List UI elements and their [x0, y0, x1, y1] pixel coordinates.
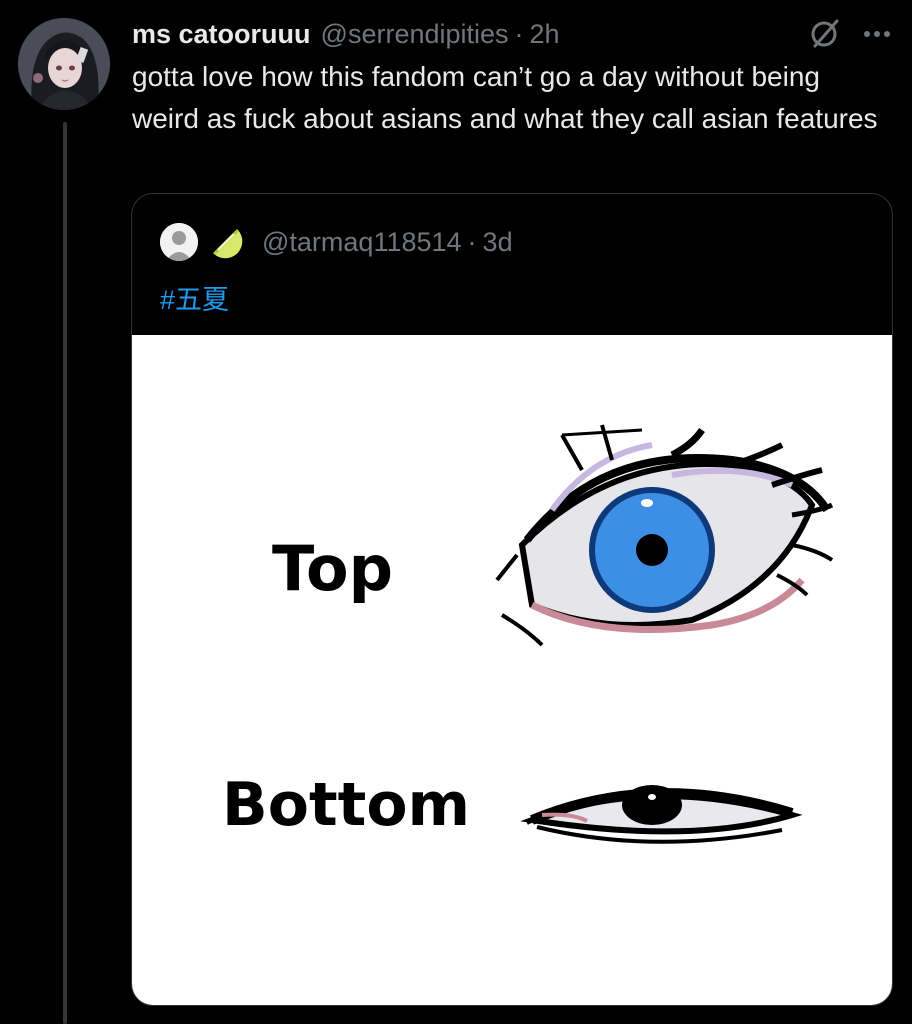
tweet-header: ms catooruuu @serrendipities · 2h	[132, 14, 560, 54]
timestamp[interactable]: 2h	[530, 19, 560, 50]
quote-author-line: @tarmaq118514 · 3d	[262, 227, 513, 258]
narrow-eye-drawing	[520, 785, 803, 844]
hashtag-link[interactable]: #五夏	[160, 278, 229, 317]
quote-separator-dot: ·	[467, 226, 477, 257]
eye-drawing: Top Bottom	[222, 424, 834, 844]
more-options-icon[interactable]	[862, 27, 892, 45]
quote-media-image[interactable]: Top Bottom	[132, 335, 892, 1005]
lime-icon	[208, 224, 244, 260]
top-label: Top	[272, 532, 393, 605]
quote-avatar[interactable]	[160, 223, 198, 261]
tweet-text: gotta love how this fandom can’t go a da…	[132, 61, 878, 134]
quote-tweet-card[interactable]: @tarmaq118514 · 3d #五夏 Top Bottom	[131, 193, 893, 1006]
avatar-image	[18, 18, 110, 110]
quote-header: @tarmaq118514 · 3d	[160, 222, 513, 262]
quote-handle[interactable]: @tarmaq118514	[262, 227, 462, 257]
bottom-label: Bottom	[222, 770, 470, 840]
header-actions	[808, 16, 892, 55]
avatar[interactable]	[18, 18, 110, 110]
display-name[interactable]: ms catooruuu	[132, 19, 311, 50]
tweet[interactable]: ms catooruuu @serrendipities · 2h gotta …	[0, 0, 912, 1024]
large-blue-eye-drawing	[495, 424, 834, 647]
separator-dot: ·	[514, 18, 524, 49]
thread-line	[63, 122, 67, 1024]
handle[interactable]: @serrendipities	[321, 19, 509, 50]
slashed-circle-icon[interactable]	[808, 16, 842, 55]
quote-timestamp[interactable]: 3d	[483, 227, 513, 257]
